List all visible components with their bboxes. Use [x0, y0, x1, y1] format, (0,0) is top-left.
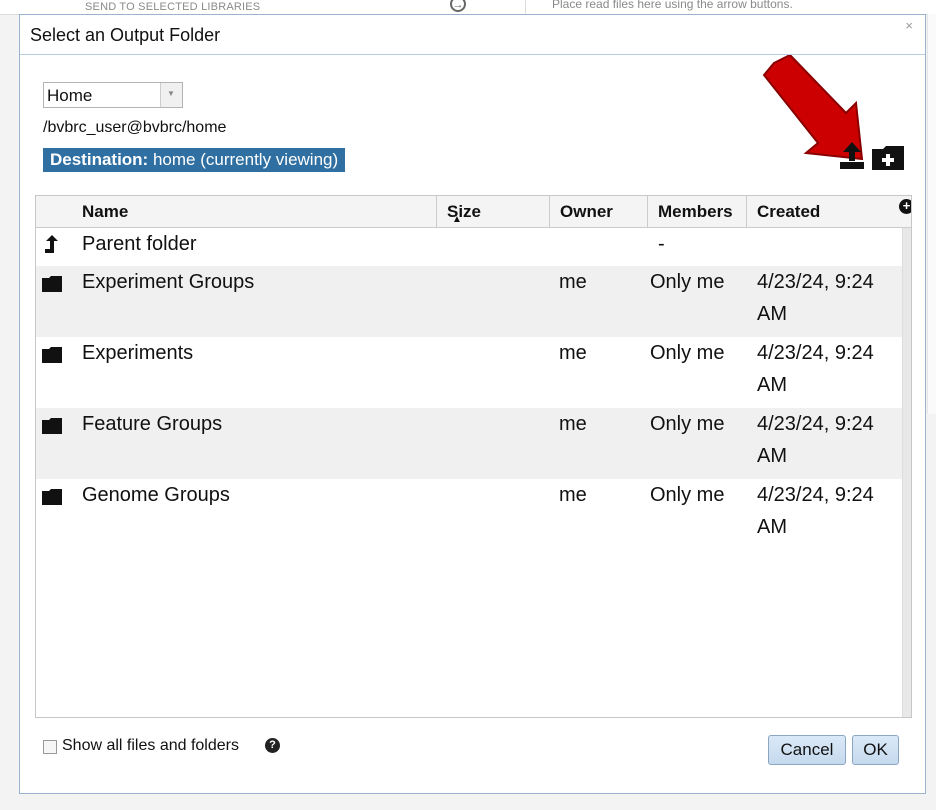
close-icon[interactable]: × — [905, 18, 913, 33]
folder-icon — [42, 347, 62, 363]
row-created-time: AM — [757, 445, 787, 467]
current-path: /bvbrc_user@bvbrc/home — [43, 119, 227, 136]
ok-button[interactable]: OK — [852, 735, 899, 765]
row-created-date: 4/23/24, 9:24 — [757, 342, 874, 364]
dropdown-button[interactable]: ▼ — [160, 83, 182, 107]
background-toolbar: SEND TO SELECTED LIBRARIES → Place read … — [0, 0, 936, 15]
column-header-size[interactable]: Size — [436, 196, 549, 227]
column-header-members[interactable]: Members — [647, 196, 746, 227]
read-files-hint: Place read files here using the arrow bu… — [552, 0, 793, 11]
table-row[interactable]: Parent folder - — [36, 228, 904, 266]
destination-label: Destination: — [50, 150, 149, 169]
row-owner: me — [559, 484, 587, 506]
row-created-time: AM — [757, 374, 787, 396]
help-icon[interactable]: ? — [265, 738, 280, 753]
row-name: Parent folder — [82, 233, 197, 255]
dialog-title: Select an Output Folder — [30, 25, 221, 45]
folder-icon — [42, 418, 62, 434]
folder-icon — [42, 276, 62, 292]
row-members: Only me — [650, 271, 725, 293]
column-header-owner[interactable]: Owner — [549, 196, 647, 227]
row-owner: me — [559, 413, 587, 435]
background-panel — [927, 14, 936, 414]
arrow-right-icon[interactable]: → — [450, 0, 466, 12]
table-row[interactable]: Experiment Groups me Only me 4/23/24, 9:… — [36, 266, 904, 337]
folder-icon — [42, 489, 62, 505]
row-name: Experiment Groups — [82, 271, 255, 293]
row-members: Only me — [650, 484, 725, 506]
row-created-time: AM — [757, 516, 787, 538]
row-members: - — [658, 233, 665, 255]
column-label: Name — [82, 202, 129, 221]
dialog-title-bar: Select an Output Folder × — [20, 15, 925, 55]
column-header-name[interactable]: Name ▲ — [72, 196, 462, 227]
send-to-libraries-label: SEND TO SELECTED LIBRARIES — [85, 1, 261, 13]
row-created-date: 4/23/24, 9:24 — [757, 271, 874, 293]
destination-value: home (currently viewing) — [152, 150, 339, 169]
folder-grid: Name ▲ Size Owner Members Created + Pare… — [35, 195, 912, 718]
row-created-date: 4/23/24, 9:24 — [757, 413, 874, 435]
row-name: Genome Groups — [82, 484, 230, 506]
table-row[interactable]: Genome Groups me Only me 4/23/24, 9:24 A… — [36, 479, 904, 550]
folder-select[interactable]: Home ▼ — [43, 82, 183, 108]
table-row[interactable]: Experiments me Only me 4/23/24, 9:24 AM — [36, 337, 904, 408]
up-arrow-icon — [45, 235, 58, 253]
table-row[interactable]: Feature Groups me Only me 4/23/24, 9:24 … — [36, 408, 904, 479]
row-created-time: AM — [757, 303, 787, 325]
cancel-button[interactable]: Cancel — [768, 735, 846, 765]
grid-header: Name ▲ Size Owner Members Created + — [36, 196, 911, 228]
show-all-checkbox[interactable] — [43, 740, 57, 754]
new-folder-icon[interactable] — [872, 146, 904, 170]
row-members: Only me — [650, 413, 725, 435]
row-members: Only me — [650, 342, 725, 364]
row-name: Feature Groups — [82, 413, 223, 435]
row-owner: me — [559, 342, 587, 364]
column-header-created[interactable]: Created — [746, 196, 911, 227]
divider — [525, 0, 526, 14]
chevron-down-icon: ▼ — [167, 89, 175, 98]
grid-scrollbar[interactable] — [902, 228, 911, 717]
select-output-folder-dialog: Select an Output Folder × Home ▼ /bvbrc_… — [19, 14, 926, 794]
add-column-icon[interactable]: + — [899, 199, 911, 214]
folder-select-value: Home — [47, 86, 93, 105]
row-name: Experiments — [82, 342, 194, 364]
destination-badge: Destination: home (currently viewing) — [43, 148, 346, 172]
upload-icon[interactable] — [840, 141, 864, 169]
row-owner: me — [559, 271, 587, 293]
show-all-label: Show all files and folders — [62, 737, 239, 754]
row-created-date: 4/23/24, 9:24 — [757, 484, 874, 506]
